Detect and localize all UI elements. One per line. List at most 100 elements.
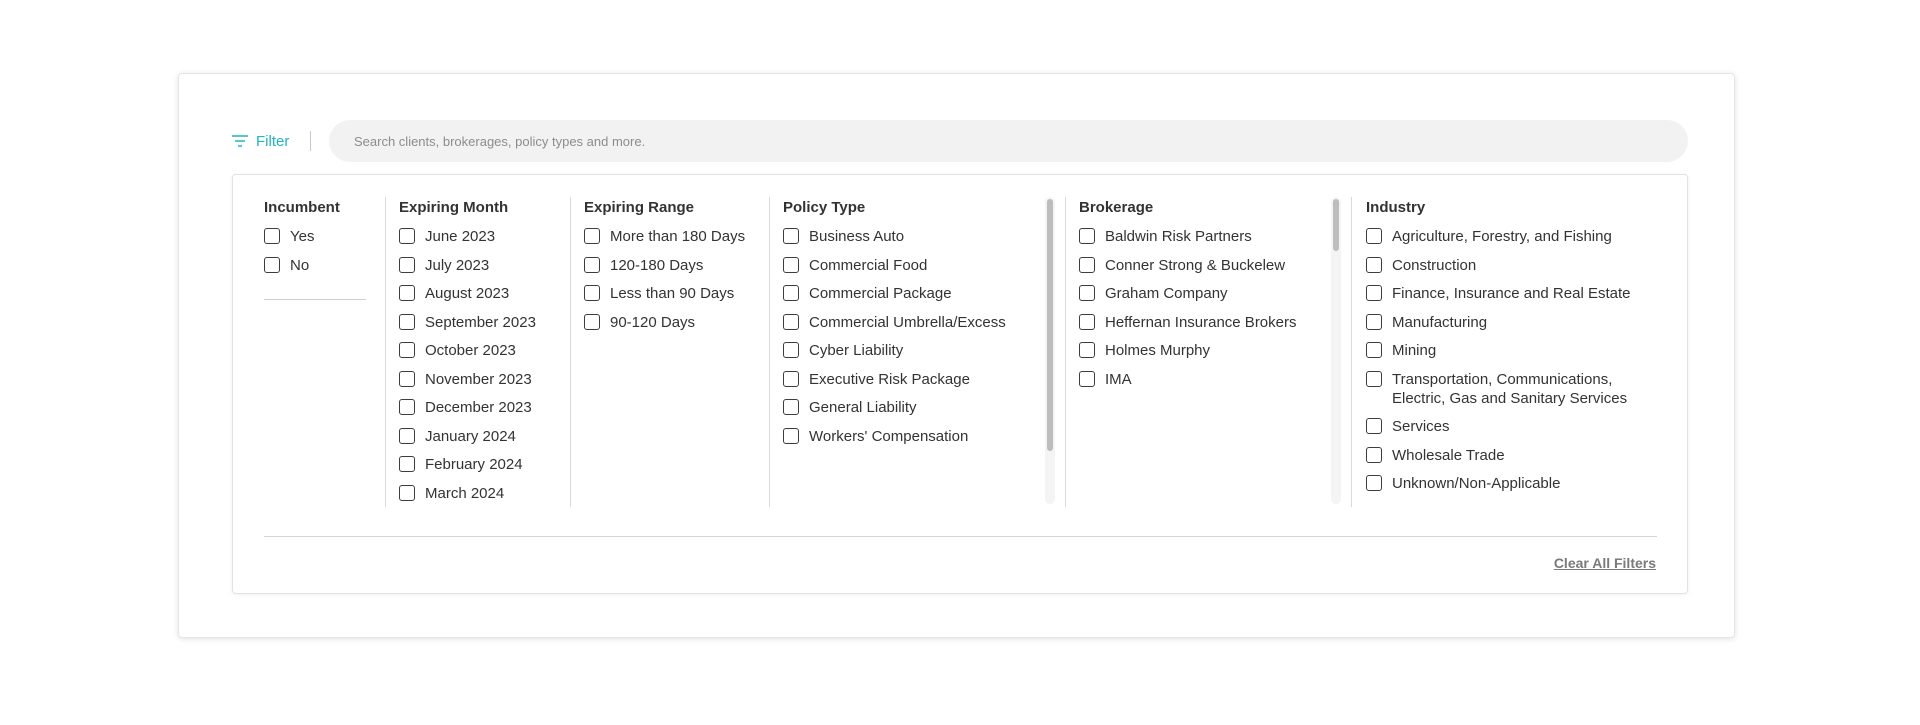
policy-type-option-label: Commercial Umbrella/Excess: [809, 313, 1006, 331]
industry-option-label: Construction: [1392, 256, 1477, 274]
industry-checkbox[interactable]: [1366, 256, 1382, 273]
policy-type-option[interactable]: Business Auto: [783, 227, 1023, 246]
industry-checkbox[interactable]: [1366, 285, 1382, 301]
incumbent-option[interactable]: No: [264, 256, 374, 275]
expiring-range-checkbox[interactable]: [584, 228, 600, 244]
brokerage-checkbox[interactable]: [1079, 256, 1095, 273]
industry-option[interactable]: Transportation, Communications, Electric…: [1366, 370, 1656, 408]
industry-option[interactable]: Services: [1366, 417, 1656, 436]
industry-option[interactable]: Finance, Insurance and Real Estate: [1366, 284, 1656, 303]
expiring-range-checkbox[interactable]: [584, 256, 600, 273]
brokerage-option[interactable]: Heffernan Insurance Brokers: [1079, 313, 1319, 332]
industry-checkbox[interactable]: [1366, 418, 1382, 434]
expiring-month-checkbox[interactable]: [399, 399, 415, 415]
expiring-range-checkbox[interactable]: [584, 313, 600, 330]
policy-type-title: Policy Type: [783, 199, 866, 216]
expiring-month-checkbox[interactable]: [399, 342, 415, 358]
brokerage-option[interactable]: Graham Company: [1079, 284, 1319, 303]
policy-type-option[interactable]: Cyber Liability: [783, 341, 1023, 360]
policy-type-checkbox[interactable]: [783, 370, 799, 387]
brokerage-option[interactable]: Holmes Murphy: [1079, 341, 1319, 360]
expiring-month-option[interactable]: June 2023: [399, 227, 569, 246]
policy-type-option-label: Executive Risk Package: [809, 370, 970, 388]
brokerage-checkbox[interactable]: [1079, 313, 1095, 330]
policy-type-checkbox[interactable]: [783, 256, 799, 273]
industry-option[interactable]: Mining: [1366, 341, 1656, 360]
expiring-range-option[interactable]: Less than 90 Days: [584, 284, 769, 303]
expiring-month-checkbox[interactable]: [399, 228, 415, 244]
expiring-range-option[interactable]: 120-180 Days: [584, 256, 769, 275]
expiring-month-option[interactable]: March 2024: [399, 484, 569, 503]
incumbent-checkbox[interactable]: [264, 228, 280, 244]
policy-type-checkbox[interactable]: [783, 313, 799, 330]
policy-type-option[interactable]: General Liability: [783, 398, 1023, 417]
industry-checkbox[interactable]: [1366, 313, 1382, 330]
expiring-month-checkbox[interactable]: [399, 256, 415, 273]
column-divider: [385, 197, 386, 507]
industry-checkbox[interactable]: [1366, 370, 1382, 387]
search-input[interactable]: [329, 120, 1688, 162]
policy-type-checkbox[interactable]: [783, 228, 799, 244]
expiring-month-option[interactable]: November 2023: [399, 370, 569, 389]
policy-type-option-label: Commercial Food: [809, 256, 928, 274]
policy-type-option[interactable]: Executive Risk Package: [783, 370, 1023, 389]
policy-type-option[interactable]: Commercial Food: [783, 256, 1023, 275]
incumbent-checkbox[interactable]: [264, 256, 280, 273]
industry-option[interactable]: Construction: [1366, 256, 1656, 275]
brokerage-checkbox[interactable]: [1079, 370, 1095, 387]
policy-type-scrollbar[interactable]: [1045, 197, 1055, 504]
industry-checkbox[interactable]: [1366, 475, 1382, 491]
brokerage-option[interactable]: Baldwin Risk Partners: [1079, 227, 1319, 246]
expiring-month-option[interactable]: December 2023: [399, 398, 569, 417]
expiring-month-checkbox[interactable]: [399, 285, 415, 301]
brokerage-option[interactable]: IMA: [1079, 370, 1319, 389]
industry-option[interactable]: Agriculture, Forestry, and Fishing: [1366, 227, 1656, 246]
industry-checkbox[interactable]: [1366, 228, 1382, 244]
expiring-month-option[interactable]: August 2023: [399, 284, 569, 303]
brokerage-column: Brokerage Baldwin Risk Partners Conner St…: [1079, 195, 1319, 507]
expiring-month-option[interactable]: January 2024: [399, 427, 569, 446]
incumbent-title: Incumbent: [264, 199, 340, 216]
policy-type-option-label: Cyber Liability: [809, 342, 904, 359]
brokerage-checkbox[interactable]: [1079, 342, 1095, 358]
expiring-month-checkbox[interactable]: [399, 370, 415, 387]
industry-option[interactable]: Wholesale Trade: [1366, 446, 1656, 465]
expiring-month-checkbox[interactable]: [399, 427, 415, 444]
clear-all-filters-link[interactable]: Clear All Filters: [1554, 555, 1656, 571]
brokerage-checkbox[interactable]: [1079, 285, 1095, 301]
filter-card: Filter Incumbent Yes No Expiring Month Ju…: [178, 73, 1735, 638]
policy-type-checkbox[interactable]: [783, 342, 799, 358]
incumbent-option-label: No: [290, 256, 310, 274]
expiring-month-option[interactable]: October 2023: [399, 341, 569, 360]
policy-type-option[interactable]: Commercial Umbrella/Excess: [783, 313, 1023, 332]
expiring-month-option[interactable]: February 2024: [399, 455, 569, 474]
filter-toggle-button[interactable]: Filter: [232, 120, 289, 162]
brokerage-option[interactable]: Conner Strong & Buckelew: [1079, 256, 1319, 275]
incumbent-option[interactable]: Yes: [264, 227, 374, 246]
expiring-month-option-label: October 2023: [425, 342, 516, 359]
expiring-range-option[interactable]: 90-120 Days: [584, 313, 769, 332]
policy-type-checkbox[interactable]: [783, 285, 799, 301]
expiring-month-option[interactable]: September 2023: [399, 313, 569, 332]
policy-type-checkbox[interactable]: [783, 399, 799, 415]
brokerage-scrollbar[interactable]: [1331, 197, 1341, 504]
brokerage-scroll-thumb[interactable]: [1333, 199, 1339, 251]
industry-option[interactable]: Unknown/Non-Applicable: [1366, 474, 1656, 493]
expiring-month-checkbox[interactable]: [399, 484, 415, 501]
expiring-range-checkbox[interactable]: [584, 285, 600, 301]
expiring-range-option[interactable]: More than 180 Days: [584, 227, 769, 246]
expiring-month-option[interactable]: July 2023: [399, 256, 569, 275]
policy-type-scroll-thumb[interactable]: [1047, 199, 1053, 451]
policy-type-option[interactable]: Commercial Package: [783, 284, 1023, 303]
expiring-month-checkbox[interactable]: [399, 456, 415, 472]
expiring-month-option-label: June 2023: [425, 228, 496, 245]
policy-type-checkbox[interactable]: [783, 427, 799, 444]
industry-option[interactable]: Manufacturing: [1366, 313, 1656, 332]
policy-type-option-label: General Liability: [809, 399, 917, 416]
industry-checkbox[interactable]: [1366, 446, 1382, 463]
brokerage-checkbox[interactable]: [1079, 228, 1095, 244]
industry-checkbox[interactable]: [1366, 342, 1382, 358]
industry-option-label: Mining: [1392, 342, 1437, 359]
expiring-month-checkbox[interactable]: [399, 313, 415, 330]
policy-type-option[interactable]: Workers' Compensation: [783, 427, 1023, 446]
